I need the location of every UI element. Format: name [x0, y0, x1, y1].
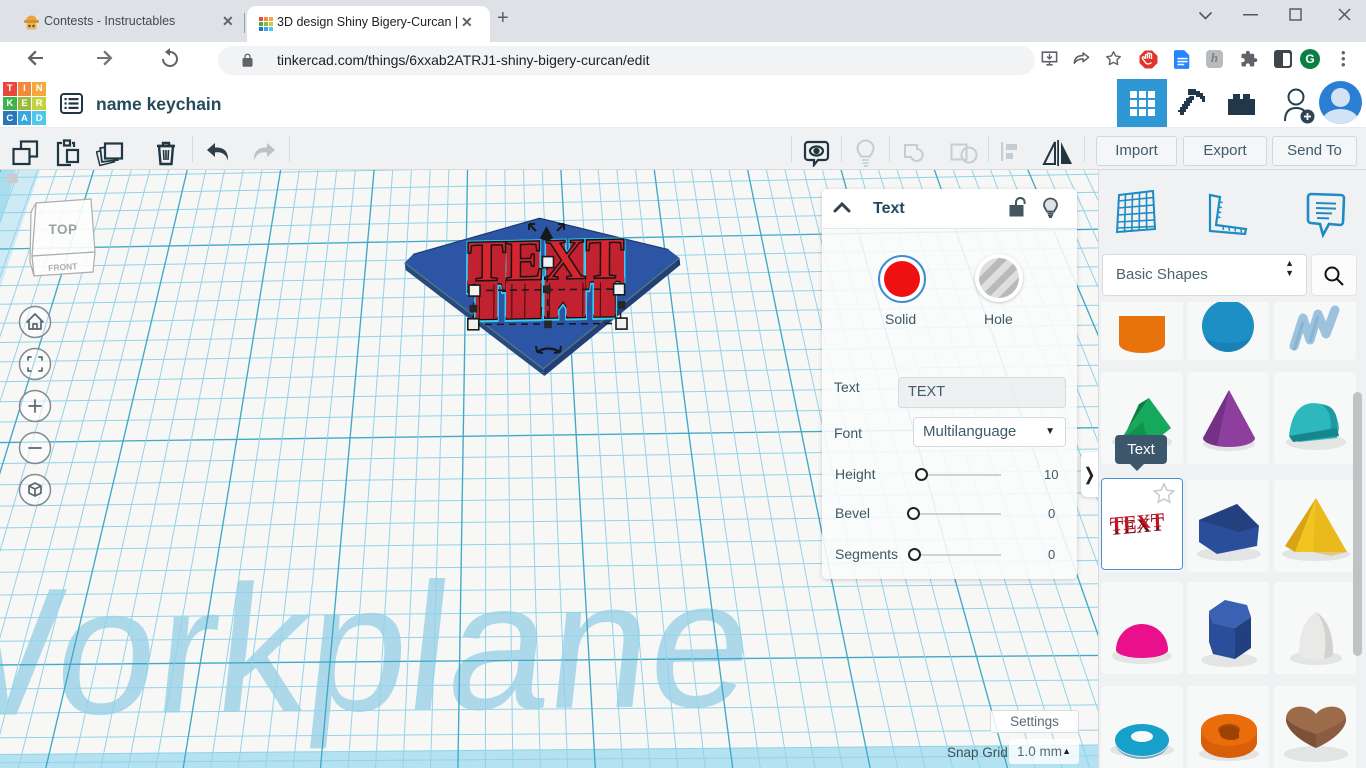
svg-text:TOP: TOP [48, 222, 77, 237]
svg-text:FRONT: FRONT [48, 261, 79, 273]
svg-text:Workplane: Workplane [0, 542, 763, 755]
